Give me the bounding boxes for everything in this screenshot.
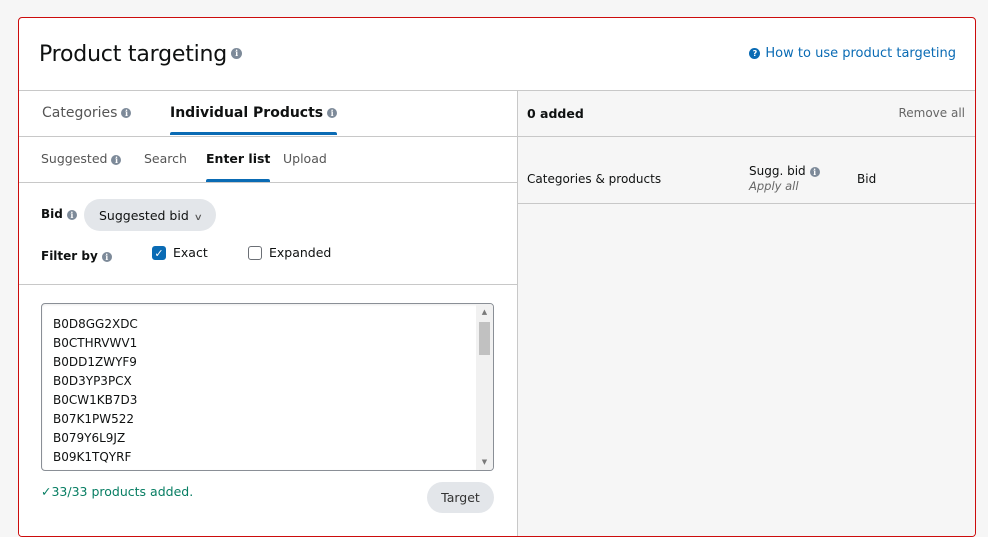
- column-header-categories-products: Categories & products: [527, 172, 662, 186]
- column-header-sugg-bid: Sugg. bid i Apply all: [749, 164, 820, 194]
- info-icon[interactable]: i: [101, 251, 112, 262]
- subtab-search[interactable]: Search: [144, 151, 187, 166]
- added-count: 0 added: [527, 106, 584, 121]
- asin-list: B0D8GG2XDC B0CTHRVWV1 B0DD1ZWYF9 B0D3YP3…: [53, 315, 138, 467]
- column-header-bid: Bid: [857, 172, 877, 186]
- left-panel: Categories i Individual Products i Suggest…: [19, 91, 517, 536]
- status-text: 33/33 products added.: [51, 484, 194, 499]
- checkbox-label: Expanded: [269, 245, 332, 260]
- help-link-text: How to use product targeting: [765, 46, 956, 61]
- card-header: Product targeting i ? How to use product t…: [19, 18, 975, 91]
- divider: [19, 284, 517, 285]
- filter-label-text: Filter by: [41, 249, 98, 263]
- apply-all-link[interactable]: Apply all: [749, 179, 820, 194]
- asin-line: B09K1TQYRF: [53, 450, 132, 464]
- filter-row: Filter by i ✓ Exact Expanded: [41, 245, 517, 269]
- info-icon[interactable]: i: [231, 47, 243, 59]
- status-message: ✓33/33 products added.: [41, 484, 193, 499]
- info-icon[interactable]: i: [809, 166, 820, 177]
- scroll-thumb[interactable]: [479, 322, 490, 355]
- filter-label: Filter by i: [41, 249, 112, 263]
- asin-line: B07K1PW522: [53, 412, 135, 426]
- info-icon[interactable]: i: [111, 154, 122, 165]
- tab-label: Categories: [42, 105, 118, 121]
- asin-line: B0CW1KB7D3: [53, 393, 138, 407]
- targets-table-header: Categories & products Sugg. bid i Apply a…: [518, 137, 975, 204]
- added-summary-bar: 0 added Remove all: [518, 91, 975, 137]
- subtab-enter-list[interactable]: Enter list: [206, 151, 271, 182]
- info-icon[interactable]: i: [66, 209, 77, 220]
- info-icon[interactable]: i: [121, 108, 132, 118]
- subtab-label: Suggested: [41, 151, 108, 166]
- tab-individual-products[interactable]: Individual Products i: [170, 105, 338, 135]
- asin-line: B079Y6L9JZ: [53, 431, 126, 445]
- tab-categories[interactable]: Categories i: [42, 105, 132, 121]
- right-panel: 0 added Remove all Categories & products…: [517, 91, 975, 536]
- filter-expanded-checkbox[interactable]: Expanded: [248, 245, 331, 260]
- bid-label: Bid i: [41, 207, 77, 221]
- filter-exact-checkbox[interactable]: ✓ Exact: [152, 245, 208, 260]
- remove-all-button[interactable]: Remove all: [898, 106, 965, 120]
- help-icon: ?: [749, 48, 761, 59]
- scrollbar[interactable]: ▲ ▼: [476, 304, 493, 470]
- scroll-up-arrow-icon[interactable]: ▲: [476, 305, 493, 319]
- sub-tabs: Suggested i Search Enter list Upload: [19, 137, 517, 183]
- asin-line: B0D3YP3PCX: [53, 374, 132, 388]
- scroll-down-arrow-icon[interactable]: ▼: [476, 455, 493, 469]
- sugg-bid-label: Sugg. bid: [749, 164, 806, 178]
- bid-selected-value: Suggested bid: [99, 207, 189, 223]
- asin-line: B0D8GG2XDC: [53, 317, 138, 331]
- target-button[interactable]: Target: [427, 482, 494, 513]
- page-title: Product targeting i: [39, 42, 243, 67]
- bid-dropdown[interactable]: Suggested bid ∨: [84, 199, 216, 231]
- subtab-upload[interactable]: Upload: [283, 151, 327, 166]
- page-title-text: Product targeting: [39, 42, 228, 67]
- subtab-suggested[interactable]: Suggested i: [41, 151, 122, 166]
- asin-list-textarea[interactable]: B0D8GG2XDC B0CTHRVWV1 B0DD1ZWYF9 B0D3YP3…: [41, 303, 494, 471]
- checkbox-unchecked-icon[interactable]: [248, 245, 262, 260]
- chevron-down-icon: ∨: [193, 212, 203, 223]
- product-targeting-card: Product targeting i ? How to use product t…: [18, 17, 976, 537]
- bid-label-text: Bid: [41, 207, 63, 221]
- checkbox-checked-icon[interactable]: ✓: [152, 245, 166, 260]
- main-tabs: Categories i Individual Products i: [19, 91, 517, 137]
- tab-label: Individual Products: [170, 105, 324, 121]
- asin-line: B0DD1ZWYF9: [53, 355, 137, 369]
- info-icon[interactable]: i: [327, 108, 338, 118]
- checkmark-icon: ✓: [41, 484, 52, 499]
- asin-line: B0CTHRVWV1: [53, 336, 138, 350]
- checkbox-label: Exact: [173, 245, 208, 260]
- how-to-use-link[interactable]: ? How to use product targeting: [749, 46, 956, 61]
